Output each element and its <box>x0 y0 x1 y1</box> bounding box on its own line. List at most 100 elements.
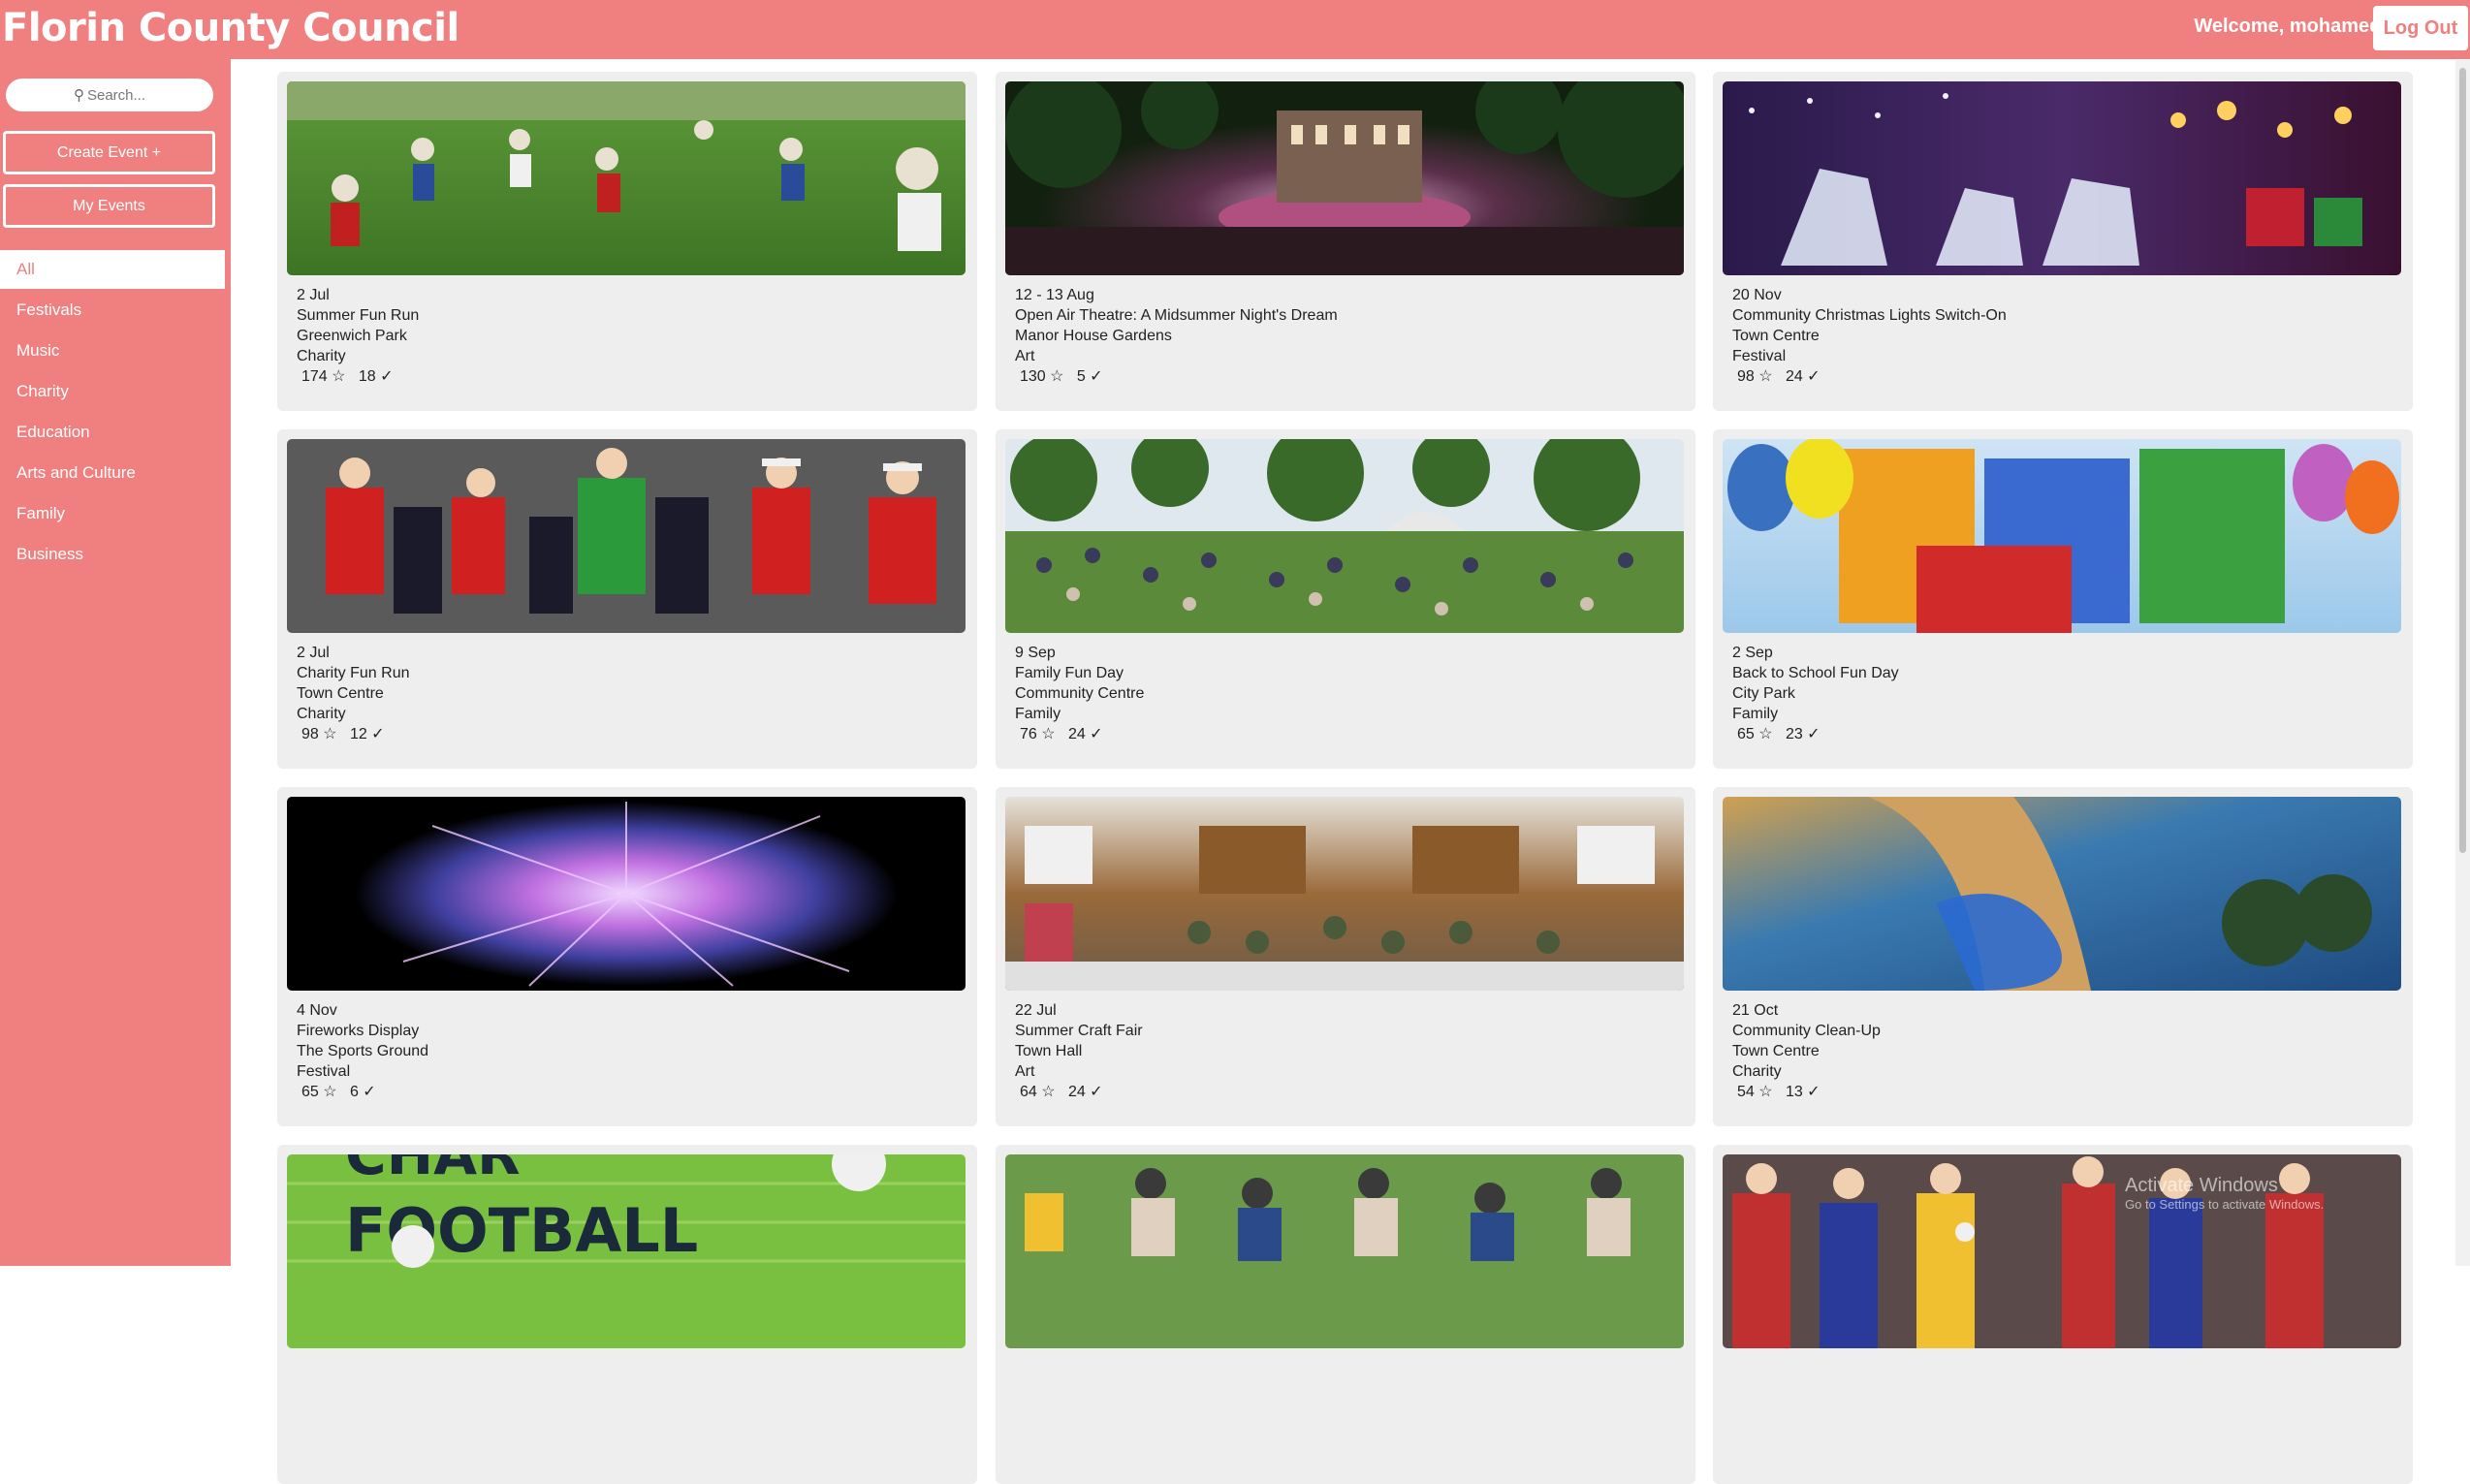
event-category: Art <box>1015 348 1035 364</box>
event-location: Community Centre <box>1015 685 1145 702</box>
event-category: Charity <box>1732 1063 1782 1080</box>
event-category: Charity <box>297 706 346 722</box>
event-info: 12 - 13 Aug Open Air Theatre: A Midsumme… <box>1015 285 1338 387</box>
watermark-line1: Activate Windows <box>2125 1175 2278 1196</box>
event-title: Family Fun Day <box>1015 665 1124 681</box>
category-arts-and-culture[interactable]: Arts and Culture <box>0 454 225 492</box>
event-image-football-poster: CHAR FOOTBALL <box>287 1154 966 1348</box>
event-category: Charity <box>297 348 346 364</box>
going-count[interactable]: 24 ✓ <box>1068 1084 1103 1100</box>
event-date: 2 Sep <box>1732 645 1773 661</box>
event-stats: 98 ☆ 12 ✓ <box>297 724 410 744</box>
search-icon: ⚲ <box>73 87 84 104</box>
going-count[interactable]: 23 ✓ <box>1786 726 1821 742</box>
event-info: 20 Nov Community Christmas Lights Switch… <box>1732 285 2007 387</box>
event-location: Manor House Gardens <box>1015 328 1172 344</box>
event-card-clean-up[interactable]: 21 Oct Community Clean-Up Town Centre Ch… <box>1713 787 2413 1126</box>
search-input[interactable]: ⚲ Search... <box>6 79 213 111</box>
activate-windows-watermark: Activate Windows Go to Settings to activ… <box>2125 1175 2324 1212</box>
search-placeholder: Search... <box>86 86 146 104</box>
event-category: Family <box>1015 706 1061 722</box>
category-music[interactable]: Music <box>0 332 225 370</box>
interested-count[interactable]: 130 ☆ <box>1020 368 1063 385</box>
going-count[interactable]: 24 ✓ <box>1786 368 1821 385</box>
event-date: 2 Jul <box>297 287 330 303</box>
interested-count[interactable]: 98 ☆ <box>301 726 337 742</box>
create-event-button[interactable]: Create Event + <box>3 131 215 174</box>
event-location: Town Hall <box>1015 1043 1083 1059</box>
going-count[interactable]: 18 ✓ <box>359 368 394 385</box>
interested-count[interactable]: 76 ☆ <box>1020 726 1056 742</box>
event-info: 2 Sep Back to School Fun Day City Park F… <box>1732 643 1899 744</box>
going-count[interactable]: 12 ✓ <box>350 726 385 742</box>
event-title: Summer Craft Fair <box>1015 1023 1143 1039</box>
event-image-craft-hall <box>1005 797 1684 991</box>
going-count[interactable]: 5 ✓ <box>1077 368 1103 385</box>
event-image-children-running <box>287 81 966 275</box>
event-card-summer-fun-run[interactable]: 2 Jul Summer Fun Run Greenwich Park Char… <box>277 72 977 411</box>
site-title[interactable]: Florin County Council <box>2 6 459 50</box>
event-location: City Park <box>1732 685 1795 702</box>
event-date: 4 Nov <box>297 1002 337 1019</box>
event-date: 9 Sep <box>1015 645 1056 661</box>
category-all[interactable]: All <box>0 250 225 289</box>
event-date: 2 Jul <box>297 645 330 661</box>
logout-button[interactable]: Log Out <box>2373 6 2468 50</box>
event-info: 4 Nov Fireworks Display The Sports Groun… <box>297 1000 428 1102</box>
interested-count[interactable]: 64 ☆ <box>1020 1084 1056 1100</box>
event-image-litter-picking <box>1723 797 2401 991</box>
watermark-line2: Go to Settings to activate Windows. <box>2125 1197 2325 1212</box>
category-business[interactable]: Business <box>0 535 225 574</box>
event-info: 2 Jul Charity Fun Run Town Centre Charit… <box>297 643 410 744</box>
event-category: Festival <box>1732 348 1787 364</box>
category-festivals[interactable]: Festivals <box>0 291 225 330</box>
event-stats: 65 ☆ 6 ✓ <box>297 1082 428 1102</box>
interested-count[interactable]: 98 ☆ <box>1737 368 1773 385</box>
welcome-message: Welcome, mohamed! <box>2194 16 2388 37</box>
event-card-christmas-lights[interactable]: 20 Nov Community Christmas Lights Switch… <box>1713 72 2413 411</box>
category-charity[interactable]: Charity <box>0 372 225 411</box>
event-image-seated-crowd <box>1005 1154 1684 1348</box>
top-bar: Florin County Council Welcome, mohamed! … <box>0 0 2470 59</box>
event-title: Back to School Fun Day <box>1732 665 1899 681</box>
going-count[interactable]: 6 ✓ <box>350 1084 376 1100</box>
event-card-charity-football[interactable]: CHAR FOOTBALL <box>277 1145 977 1484</box>
event-location: The Sports Ground <box>297 1043 429 1059</box>
interested-count[interactable]: 54 ☆ <box>1737 1084 1773 1100</box>
event-location: Town Centre <box>297 685 384 702</box>
event-title: Fireworks Display <box>297 1023 420 1039</box>
category-family[interactable]: Family <box>0 494 225 533</box>
my-events-button[interactable]: My Events <box>3 184 215 228</box>
going-count[interactable]: 24 ✓ <box>1068 726 1103 742</box>
event-title: Summer Fun Run <box>297 307 420 324</box>
event-image-fun-day-balloons <box>1723 439 2401 633</box>
event-card-charity-fun-run[interactable]: 2 Jul Charity Fun Run Town Centre Charit… <box>277 429 977 769</box>
event-stats: 76 ☆ 24 ✓ <box>1015 724 1144 744</box>
event-stats: 65 ☆ 23 ✓ <box>1732 724 1899 744</box>
event-image-crowd-park <box>1005 439 1684 633</box>
category-education[interactable]: Education <box>0 413 225 452</box>
event-category: Art <box>1015 1063 1035 1080</box>
event-date: 22 Jul <box>1015 1002 1057 1019</box>
scrollbar-thumb[interactable] <box>2459 68 2466 853</box>
event-card-fireworks[interactable]: 4 Nov Fireworks Display The Sports Groun… <box>277 787 977 1126</box>
event-card-family-fun-day[interactable]: 9 Sep Family Fun Day Community Centre Fa… <box>996 429 1695 769</box>
event-stats: 174 ☆ 18 ✓ <box>297 366 419 387</box>
event-info: 2 Jul Summer Fun Run Greenwich Park Char… <box>297 285 419 387</box>
event-title: Community Clean-Up <box>1732 1023 1881 1039</box>
event-card-seated-crowd[interactable] <box>996 1145 1695 1484</box>
going-count[interactable]: 13 ✓ <box>1786 1084 1821 1100</box>
event-info: 9 Sep Family Fun Day Community Centre Fa… <box>1015 643 1144 744</box>
event-location: Town Centre <box>1732 328 1820 344</box>
event-card-back-to-school[interactable]: 2 Sep Back to School Fun Day City Park F… <box>1713 429 2413 769</box>
interested-count[interactable]: 65 ☆ <box>1737 726 1773 742</box>
event-title: Community Christmas Lights Switch-On <box>1732 307 2007 324</box>
event-date: 20 Nov <box>1732 287 1782 303</box>
event-card-craft-fair[interactable]: 22 Jul Summer Craft Fair Town Hall Art 6… <box>996 787 1695 1126</box>
interested-count[interactable]: 65 ☆ <box>301 1084 337 1100</box>
event-title: Charity Fun Run <box>297 665 410 681</box>
event-card-open-air-theatre[interactable]: 12 - 13 Aug Open Air Theatre: A Midsumme… <box>996 72 1695 411</box>
interested-count[interactable]: 174 ☆ <box>301 368 345 385</box>
event-location: Town Centre <box>1732 1043 1820 1059</box>
event-date: 12 - 13 Aug <box>1015 287 1094 303</box>
